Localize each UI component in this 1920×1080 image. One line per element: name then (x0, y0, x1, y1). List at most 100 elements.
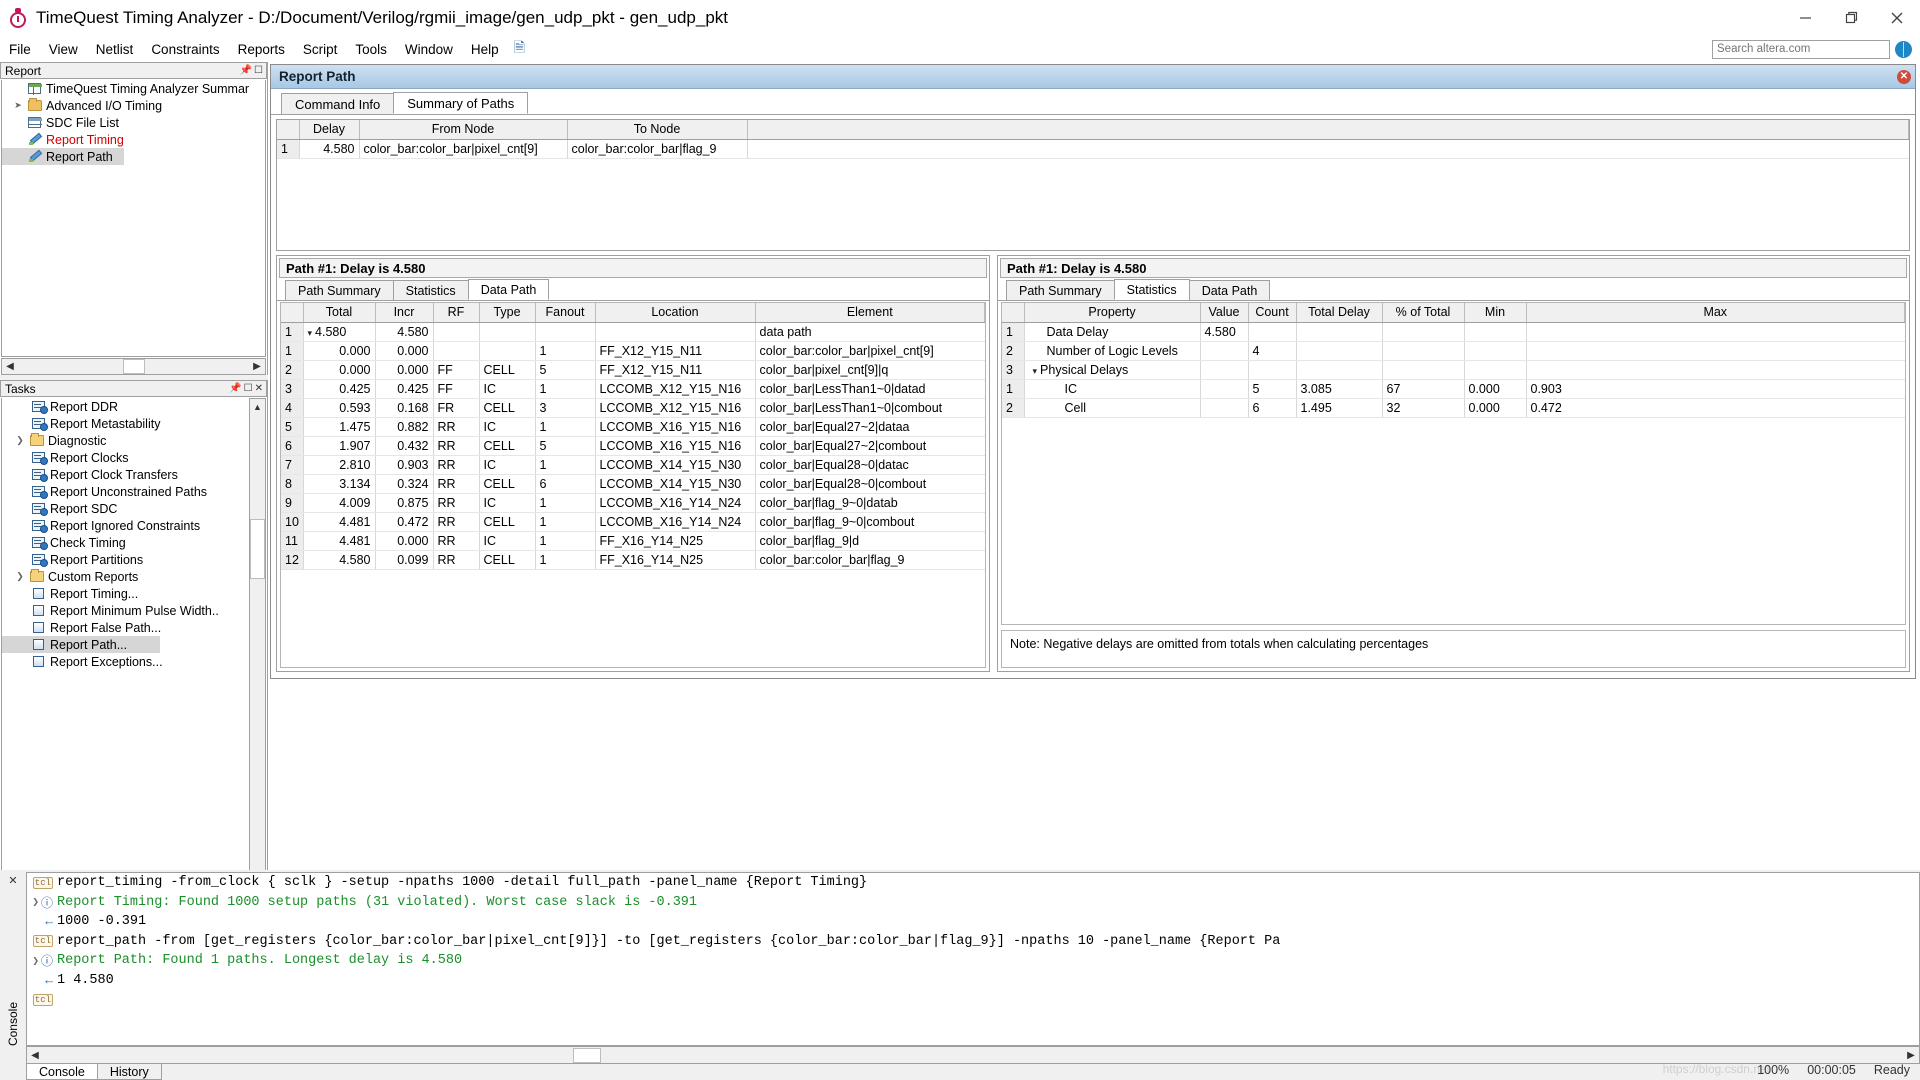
table-row[interactable]: 9 4.009 0.875 RR IC 1 LCCOMB_X16_Y14_N24 color_… (281, 493, 985, 513)
table-row[interactable]: 5 1.475 0.882 RR IC 1 LCCOMB_X16_Y15_N16 color_… (281, 417, 985, 437)
tasks-item-report-ddr[interactable]: Report DDR (2, 398, 265, 415)
menu-item-reports[interactable]: Reports (229, 39, 294, 60)
restore-icon[interactable] (1828, 0, 1874, 36)
tasks-item-check-timing[interactable]: Check Timing (2, 534, 265, 551)
hscroll-thumb[interactable] (573, 1047, 601, 1063)
tasks-item-report-sdc[interactable]: Report SDC (2, 500, 265, 517)
menu-item-netlist[interactable]: Netlist (87, 39, 143, 60)
console-output[interactable]: tcl report_timing -from_clock { sclk } -… (26, 872, 1920, 1046)
menu-item-constraints[interactable]: Constraints (142, 39, 228, 60)
col-from-node[interactable]: From Node (359, 120, 568, 140)
col-location[interactable]: Location (595, 303, 756, 323)
close-icon[interactable]: ✕ (255, 383, 263, 394)
summary-of-paths-grid[interactable]: Delay From Node To Node 1 4.580 color_ba… (276, 119, 1910, 251)
statistics-table-wrap[interactable]: Property Value Count Total Delay % of To… (1001, 302, 1906, 625)
pin-icon[interactable]: 📌 (240, 65, 252, 76)
tab-command-info[interactable]: Command Info (281, 93, 395, 114)
menu-item-script[interactable]: Script (294, 39, 347, 60)
console-hscrollbar[interactable]: ◀ ▶ (26, 1046, 1920, 1064)
col-type[interactable]: Type (479, 303, 536, 323)
col-pct-of-total[interactable]: % of Total (1382, 303, 1465, 323)
info-message-icon[interactable]: ❯ ⓘ (27, 952, 57, 969)
tasks-item-report-timing-custom[interactable]: Report Timing... (2, 585, 265, 602)
table-row[interactable]: 11 4.481 0.000 RR IC 1 FF_X16_Y14_N25 color_bar… (281, 531, 985, 551)
menu-item-file[interactable]: File (0, 39, 40, 60)
table-row[interactable]: 2 Cell 6 1.495 32 0.000 0.472 (1002, 398, 1905, 418)
table-row[interactable]: 6 1.907 0.432 RR CELL 5 LCCOMB_X16_Y15_N16 colo… (281, 436, 985, 456)
tab-history[interactable]: History (96, 1063, 162, 1080)
tab-summary-of-paths[interactable]: Summary of Paths (393, 92, 529, 114)
table-row[interactable]: 8 3.134 0.324 RR CELL 6 LCCOMB_X14_Y15_N30 colo… (281, 474, 985, 494)
console-prompt-line[interactable]: tcl (27, 990, 1919, 1010)
chevron-down-icon[interactable]: ▾ (308, 328, 313, 338)
table-row[interactable]: 7 2.810 0.903 RR IC 1 LCCOMB_X14_Y15_N30 color_… (281, 455, 985, 475)
table-row[interactable]: 2 0.000 0.000 FF CELL 5 FF_X12_Y15_N11 color_ba… (281, 360, 985, 380)
report-tree-item-sdc-file-list[interactable]: SDC File List (2, 114, 265, 131)
table-row[interactable]: 3 ▾ Physical Delays (1002, 360, 1905, 380)
col-value[interactable]: Value (1200, 303, 1249, 323)
col-element[interactable]: Element (755, 303, 985, 323)
table-row[interactable]: 2 Number of Logic Levels 4 (1002, 341, 1905, 361)
globe-icon[interactable] (1895, 40, 1912, 58)
chevron-down-icon[interactable]: ▾ (1033, 366, 1038, 376)
hscroll-thumb[interactable] (123, 359, 145, 374)
hscroll-track[interactable] (43, 1047, 1903, 1063)
col-total[interactable]: Total (303, 303, 376, 323)
tasks-item-report-clock-transfers[interactable]: Report Clock Transfers (2, 466, 265, 483)
tasks-item-report-partitions[interactable]: Report Partitions (2, 551, 265, 568)
tab-data-path[interactable]: Data Path (467, 279, 550, 300)
table-row[interactable]: 1 ▾ 4.580 4.580 data path (281, 322, 985, 342)
table-row[interactable]: 1 IC 5 3.085 67 0.000 0.903 (1002, 379, 1905, 399)
table-row[interactable]: 12 4.580 0.099 RR CELL 1 FF_X16_Y14_N25 color_b… (281, 550, 985, 570)
col-delay[interactable]: Delay (299, 120, 360, 140)
table-row[interactable]: 1 Data Delay 4.580 (1002, 322, 1905, 342)
tab-path-summary[interactable]: Path Summary (285, 280, 394, 300)
col-rownum[interactable] (1002, 303, 1025, 323)
scroll-right-icon[interactable]: ▶ (249, 359, 265, 374)
tab-data-path[interactable]: Data Path (1188, 280, 1271, 300)
float-icon[interactable]: ☐ (254, 65, 263, 76)
report-tree[interactable]: TimeQuest Timing Analyzer Summar ➤ Advan… (1, 80, 266, 357)
hscroll-track[interactable] (18, 359, 249, 374)
col-fanout[interactable]: Fanout (535, 303, 596, 323)
note-icon[interactable]: 🗎 (514, 37, 525, 61)
tasks-item-report-false-path[interactable]: Report False Path... (2, 619, 265, 636)
table-row[interactable]: 4 0.593 0.168 FR CELL 3 LCCOMB_X12_Y15_N16 colo… (281, 398, 985, 418)
report-tree-item-report-path[interactable]: Report Path (2, 148, 124, 165)
minimize-icon[interactable] (1782, 0, 1828, 36)
col-rf[interactable]: RF (433, 303, 480, 323)
col-min[interactable]: Min (1464, 303, 1527, 323)
tab-statistics[interactable]: Statistics (1113, 279, 1190, 300)
col-total-delay[interactable]: Total Delay (1296, 303, 1383, 323)
menu-item-tools[interactable]: Tools (346, 39, 396, 60)
col-incr[interactable]: Incr (375, 303, 434, 323)
col-to-node[interactable]: To Node (567, 120, 748, 140)
col-rownum[interactable] (281, 303, 304, 323)
tasks-item-report-metastability[interactable]: Report Metastability (2, 415, 265, 432)
menu-item-view[interactable]: View (40, 39, 87, 60)
close-circle-icon[interactable]: ✕ (1897, 69, 1911, 84)
scroll-left-icon[interactable]: ◀ (27, 1047, 43, 1063)
vscroll-thumb[interactable] (250, 519, 265, 579)
scroll-up-icon[interactable]: ▲ (250, 399, 265, 414)
tasks-item-report-clocks[interactable]: Report Clocks (2, 449, 265, 466)
tab-path-summary[interactable]: Path Summary (1006, 280, 1115, 300)
float-icon[interactable]: ☐ (244, 383, 253, 394)
col-property[interactable]: Property (1024, 303, 1201, 323)
close-icon[interactable] (1874, 0, 1920, 36)
tab-statistics[interactable]: Statistics (392, 280, 469, 300)
pin-icon[interactable]: 📌 (229, 383, 241, 394)
table-row[interactable]: 1 0.000 0.000 1 FF_X12_Y15_N11 color_bar:colo… (281, 341, 985, 361)
tasks-item-report-ignored-constraints[interactable]: Report Ignored Constraints (2, 517, 265, 534)
scroll-left-icon[interactable]: ◀ (2, 359, 18, 374)
table-row[interactable]: 10 4.481 0.472 RR CELL 1 LCCOMB_X16_Y14_N24 col… (281, 512, 985, 532)
menu-item-help[interactable]: Help (462, 39, 508, 60)
chevron-right-icon[interactable]: ➤ (10, 100, 26, 111)
info-message-icon[interactable]: ❯ ⓘ (27, 894, 57, 911)
tasks-item-report-unconstrained-paths[interactable]: Report Unconstrained Paths (2, 483, 265, 500)
table-row[interactable]: 1 4.580 color_bar:color_bar|pixel_cnt[9]… (277, 139, 1909, 159)
close-icon[interactable]: ✕ (8, 874, 17, 887)
menu-item-window[interactable]: Window (396, 39, 462, 60)
tab-console[interactable]: Console (26, 1063, 98, 1080)
col-rownum[interactable] (277, 120, 300, 140)
